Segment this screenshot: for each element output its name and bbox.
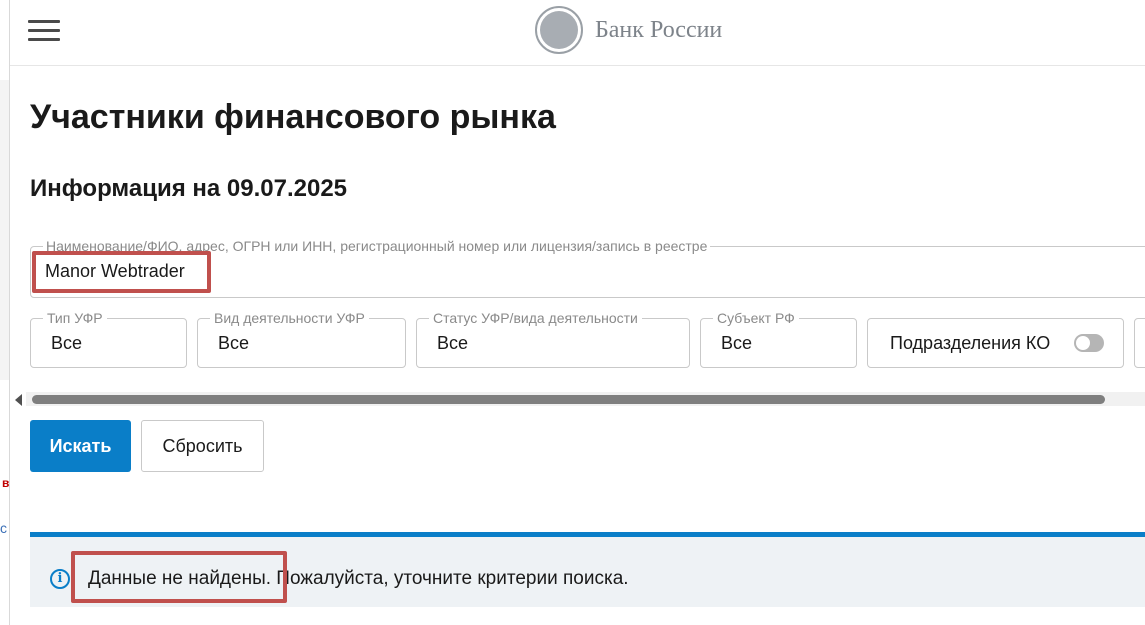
filter-region[interactable]: Субъект РФ Все [700,310,857,368]
bank-logo[interactable]: Банк России [535,6,722,54]
scroll-left-arrow-icon[interactable] [15,394,22,406]
search-input-value: Manor Webtrader [45,261,185,281]
no-results-alert: i Данные не найдены. Пожалуйста, уточнит… [30,532,1145,607]
site-header: Банк России [10,0,1145,66]
branches-toggle-label: Подразделения КО [890,333,1051,353]
filter-value: Все [51,333,83,353]
info-icon: i [50,569,70,589]
filter-label: Тип УФР [43,310,107,326]
filter-label: Вид деятельности УФР [210,310,369,326]
filter-label: Субъект РФ [713,310,799,326]
filter-next-partial[interactable] [1134,318,1145,368]
search-button[interactable]: Искать [30,420,131,472]
info-date-heading: Информация на 09.07.2025 [30,175,348,202]
hamburger-menu-icon[interactable] [28,20,60,42]
reset-button[interactable]: Сбросить [141,420,264,472]
branches-toggle-switch[interactable] [1074,334,1104,352]
left-edge-fragment-link: с [0,520,7,536]
alert-message: Данные не найдены. Пожалуйста, уточните … [88,568,629,589]
left-edge-background [0,80,9,380]
left-edge-fragment-red: в [2,476,10,490]
filter-label: Статус УФР/вида деятельности [429,310,642,326]
filter-value: Все [218,333,250,353]
filter-activity-type[interactable]: Вид деятельности УФР Все [197,310,406,368]
left-window-edge: в с [0,0,10,625]
filter-status[interactable]: Статус УФР/вида деятельности Все [416,310,690,368]
filter-ufr-type[interactable]: Тип УФР Все [30,310,187,368]
filter-value: Все [721,333,753,353]
double-headed-eagle-emblem-icon [535,6,583,54]
filter-value: Все [437,333,469,353]
search-input-label: Наименование/ФИО, адрес, ОГРН или ИНН, р… [43,238,711,254]
horizontal-scrollbar[interactable] [26,392,1145,406]
page-title: Участники финансового рынка [30,98,556,136]
branches-toggle-field[interactable]: Подразделения КО [867,318,1124,368]
search-input[interactable]: Наименование/ФИО, адрес, ОГРН или ИНН, р… [30,238,1145,298]
logo-text: Банк России [595,16,723,43]
toggle-knob [1076,336,1090,350]
scrollbar-thumb[interactable] [32,395,1105,404]
